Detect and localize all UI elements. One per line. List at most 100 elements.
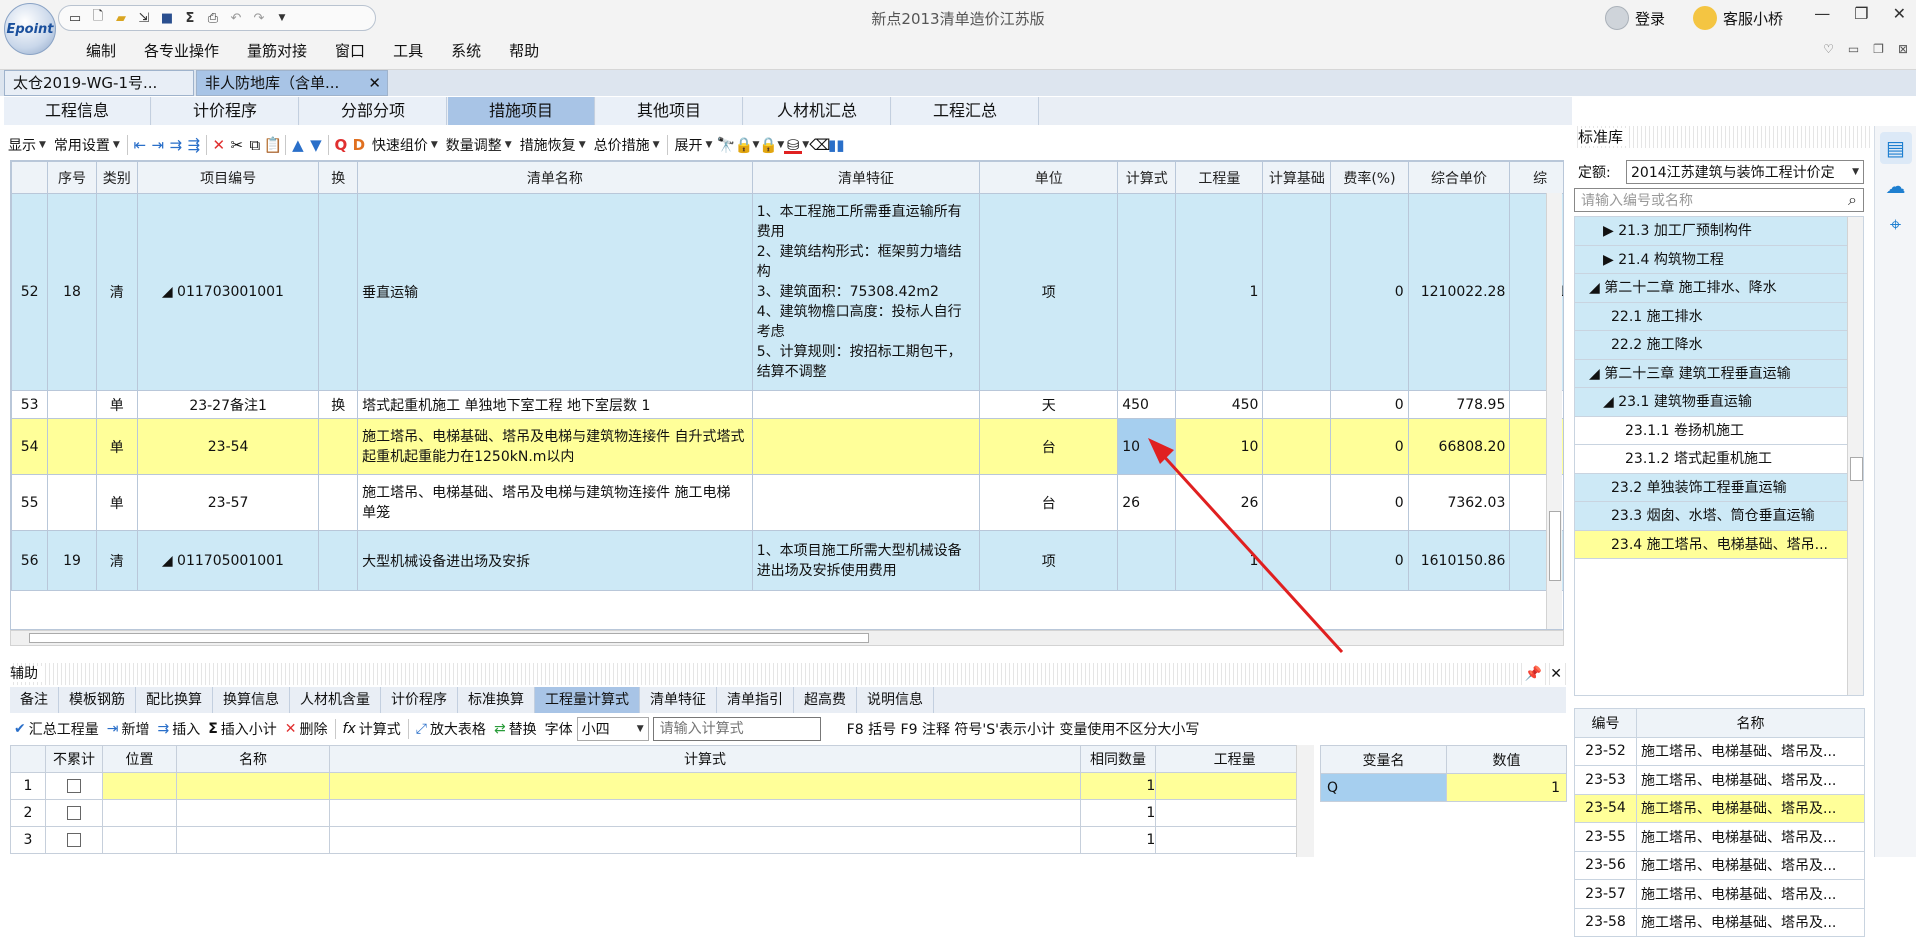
tab-notes[interactable]: 备注 bbox=[10, 687, 59, 713]
paste-icon[interactable]: 📋 bbox=[264, 136, 283, 154]
cell-base[interactable] bbox=[1262, 530, 1332, 591]
table-row[interactable]: 53 单 23-27备注1 换 塔式起重机施工 单独地下室工程 地下室层数 1 … bbox=[11, 390, 1563, 419]
cell-type[interactable]: 单 bbox=[95, 474, 138, 531]
cell-formula[interactable] bbox=[329, 799, 1081, 827]
aux-close-icon[interactable]: ✕ bbox=[1550, 663, 1562, 685]
menu-item-window[interactable]: 窗口 bbox=[321, 40, 379, 62]
col-header-position[interactable]: 位置 bbox=[102, 745, 177, 773]
cell-unit[interactable]: 天 bbox=[979, 390, 1119, 419]
menu-item-tools[interactable]: 工具 bbox=[379, 40, 437, 62]
cell-unit[interactable]: 台 bbox=[979, 418, 1119, 475]
list-item-selected[interactable]: 23-54 施工塔吊、电梯基础、塔吊及... bbox=[1574, 793, 1865, 823]
cell-price[interactable]: 1210022.28 bbox=[1407, 193, 1511, 391]
cell-feature[interactable]: 1、本项目施工所需大型机械设备进出场及安拆使用费用 bbox=[751, 530, 981, 591]
cell-qty[interactable]: 26 bbox=[1175, 474, 1264, 531]
cell-type[interactable]: 清 bbox=[95, 530, 138, 591]
col-header-var-value[interactable]: 数值 bbox=[1446, 745, 1567, 774]
cell-qty[interactable]: 1 bbox=[1175, 193, 1264, 391]
cell-swap[interactable] bbox=[318, 193, 359, 391]
qty-adjust-dropdown[interactable]: 数量调整 ▼ bbox=[442, 135, 516, 155]
fill-color-icon[interactable]: ⛁ bbox=[784, 136, 803, 154]
tree-node[interactable]: ▶ 21.4 构筑物工程 bbox=[1575, 245, 1863, 274]
save-icon[interactable]: ■ bbox=[159, 10, 175, 26]
customize-chevron-icon[interactable]: ▼ bbox=[274, 10, 290, 26]
tab-conversion-info[interactable]: 换算信息 bbox=[213, 687, 290, 713]
cell-position[interactable] bbox=[102, 772, 177, 800]
cell-name[interactable]: 施工塔吊、电梯基础、塔吊及电梯与建筑物连接件 施工电梯 单笼 bbox=[357, 474, 753, 531]
tab-resource-content[interactable]: 人材机含量 bbox=[290, 687, 381, 713]
cell-base[interactable] bbox=[1262, 193, 1332, 391]
col-header-qty[interactable]: 工程量 bbox=[1155, 745, 1314, 773]
cell-same-count[interactable]: 1 bbox=[1079, 772, 1157, 800]
tab-sub-items[interactable]: 分部分项 bbox=[300, 97, 447, 125]
tab-description[interactable]: 说明信息 bbox=[857, 687, 934, 713]
tree-node[interactable]: 22.2 施工降水 bbox=[1575, 331, 1863, 360]
col-header-formula[interactable]: 计算式 bbox=[1117, 161, 1177, 194]
cell-price[interactable]: 66808.20 bbox=[1407, 418, 1511, 475]
cell-rate[interactable]: 0 bbox=[1330, 530, 1409, 591]
col-header-qty[interactable]: 工程量 bbox=[1175, 161, 1264, 194]
insert-row-button[interactable]: ⇉ 插入 bbox=[153, 719, 204, 739]
tab-aux-pricing[interactable]: 计价程序 bbox=[381, 687, 458, 713]
tree-node[interactable]: 23.1.1 卷扬机施工 bbox=[1575, 416, 1863, 445]
mdi-close-icon[interactable]: ⊠ bbox=[1898, 42, 1908, 56]
cell-name[interactable] bbox=[175, 772, 331, 800]
cell-seq[interactable]: 18 bbox=[47, 193, 97, 391]
col-header-var-name[interactable]: 变量名 bbox=[1320, 745, 1447, 774]
tab-item-guide[interactable]: 清单指引 bbox=[717, 687, 794, 713]
cell-position[interactable] bbox=[102, 799, 177, 827]
expand-dropdown[interactable]: 展开 ▼ bbox=[671, 135, 717, 155]
cell-code[interactable]: ◢ 011703001001 bbox=[136, 193, 320, 391]
sum-icon[interactable]: Σ bbox=[182, 10, 198, 26]
tree-node[interactable]: ◢ 23.1 建筑物垂直运输 bbox=[1575, 388, 1863, 417]
no-accumulate-checkbox-cell[interactable] bbox=[44, 772, 104, 800]
cell-name[interactable]: 塔式起重机施工 单独地下室工程 地下室层数 1 bbox=[357, 390, 753, 419]
cell-code[interactable]: 23-27备注1 bbox=[136, 390, 320, 419]
cell-unit[interactable]: 项 bbox=[979, 193, 1119, 391]
ribbon-collapse-icon[interactable]: ♡ bbox=[1823, 42, 1834, 56]
mdi-minimize-icon[interactable]: ▭ bbox=[1848, 42, 1859, 56]
col-header-feature[interactable]: 清单特征 bbox=[751, 161, 981, 194]
cell-same-count[interactable]: 1 bbox=[1079, 826, 1157, 854]
d-filter-icon[interactable]: D bbox=[350, 136, 368, 154]
cell-name[interactable] bbox=[175, 826, 331, 854]
tree-node[interactable]: 23.2 单独装饰工程垂直运输 bbox=[1575, 473, 1863, 502]
col-header-no-accumulate[interactable]: 不累计 bbox=[44, 745, 104, 773]
cell-qty[interactable]: 1 bbox=[1175, 530, 1264, 591]
tab-mix-conversion[interactable]: 配比换算 bbox=[136, 687, 213, 713]
tree-node[interactable]: ◢ 第二十二章 施工排水、降水 bbox=[1575, 274, 1863, 303]
menu-item-edit[interactable]: 编制 bbox=[72, 40, 130, 62]
cell-rate[interactable]: 0 bbox=[1330, 390, 1409, 419]
cell-type[interactable]: 单 bbox=[95, 390, 138, 419]
tab-project-info[interactable]: 工程信息 bbox=[4, 97, 151, 125]
tree-node[interactable]: ▶ 21.3 加工厂预制构件 bbox=[1575, 217, 1863, 246]
col-header-type[interactable]: 类别 bbox=[95, 161, 138, 194]
cell-unit[interactable]: 项 bbox=[979, 530, 1119, 591]
cell-feature[interactable] bbox=[751, 474, 981, 531]
add-child-icon[interactable]: ⇥ bbox=[149, 136, 167, 154]
document-icon[interactable]: ▤ bbox=[1879, 132, 1912, 164]
app-logo[interactable]: Epoint bbox=[4, 3, 56, 55]
formula-input[interactable] bbox=[652, 717, 821, 741]
print-icon[interactable]: ⎙ bbox=[205, 10, 221, 26]
col-header-rate[interactable]: 费率(%) bbox=[1330, 161, 1409, 194]
col-header-base[interactable]: 计算基础 bbox=[1262, 161, 1332, 194]
new-menu-icon[interactable]: ▭ bbox=[67, 10, 83, 26]
cell-var-name[interactable]: Q bbox=[1320, 773, 1447, 802]
cell-name[interactable]: 垂直运输 bbox=[357, 193, 753, 391]
col-header-same-count[interactable]: 相同数量 bbox=[1079, 745, 1157, 773]
quick-price-dropdown[interactable]: 快速组价 ▼ bbox=[368, 135, 442, 155]
open-folder-icon[interactable]: ▰ bbox=[113, 10, 129, 26]
tab-other-items[interactable]: 其他项目 bbox=[596, 97, 743, 125]
tab-height-fee[interactable]: 超高费 bbox=[794, 687, 857, 713]
tree-node[interactable]: 23.1.2 塔式起重机施工 bbox=[1575, 445, 1863, 474]
user-avatar-icon[interactable] bbox=[1605, 6, 1629, 30]
cell-code[interactable]: 23-57 bbox=[136, 474, 320, 531]
font-size-select[interactable]: 小四 ▼ bbox=[576, 717, 649, 741]
delete-icon[interactable]: ✕ bbox=[210, 136, 228, 154]
undo-icon[interactable]: ↶ bbox=[228, 10, 244, 26]
list-item[interactable]: 23-57 施工塔吊、电梯基础、塔吊及... bbox=[1574, 879, 1865, 909]
q-filter-icon[interactable]: Q bbox=[332, 136, 350, 154]
cell-swap[interactable] bbox=[318, 530, 359, 591]
table-row-selected[interactable]: 54 单 23-54 施工塔吊、电梯基础、塔吊及电梯与建筑物连接件 自升式塔式起… bbox=[11, 418, 1563, 475]
